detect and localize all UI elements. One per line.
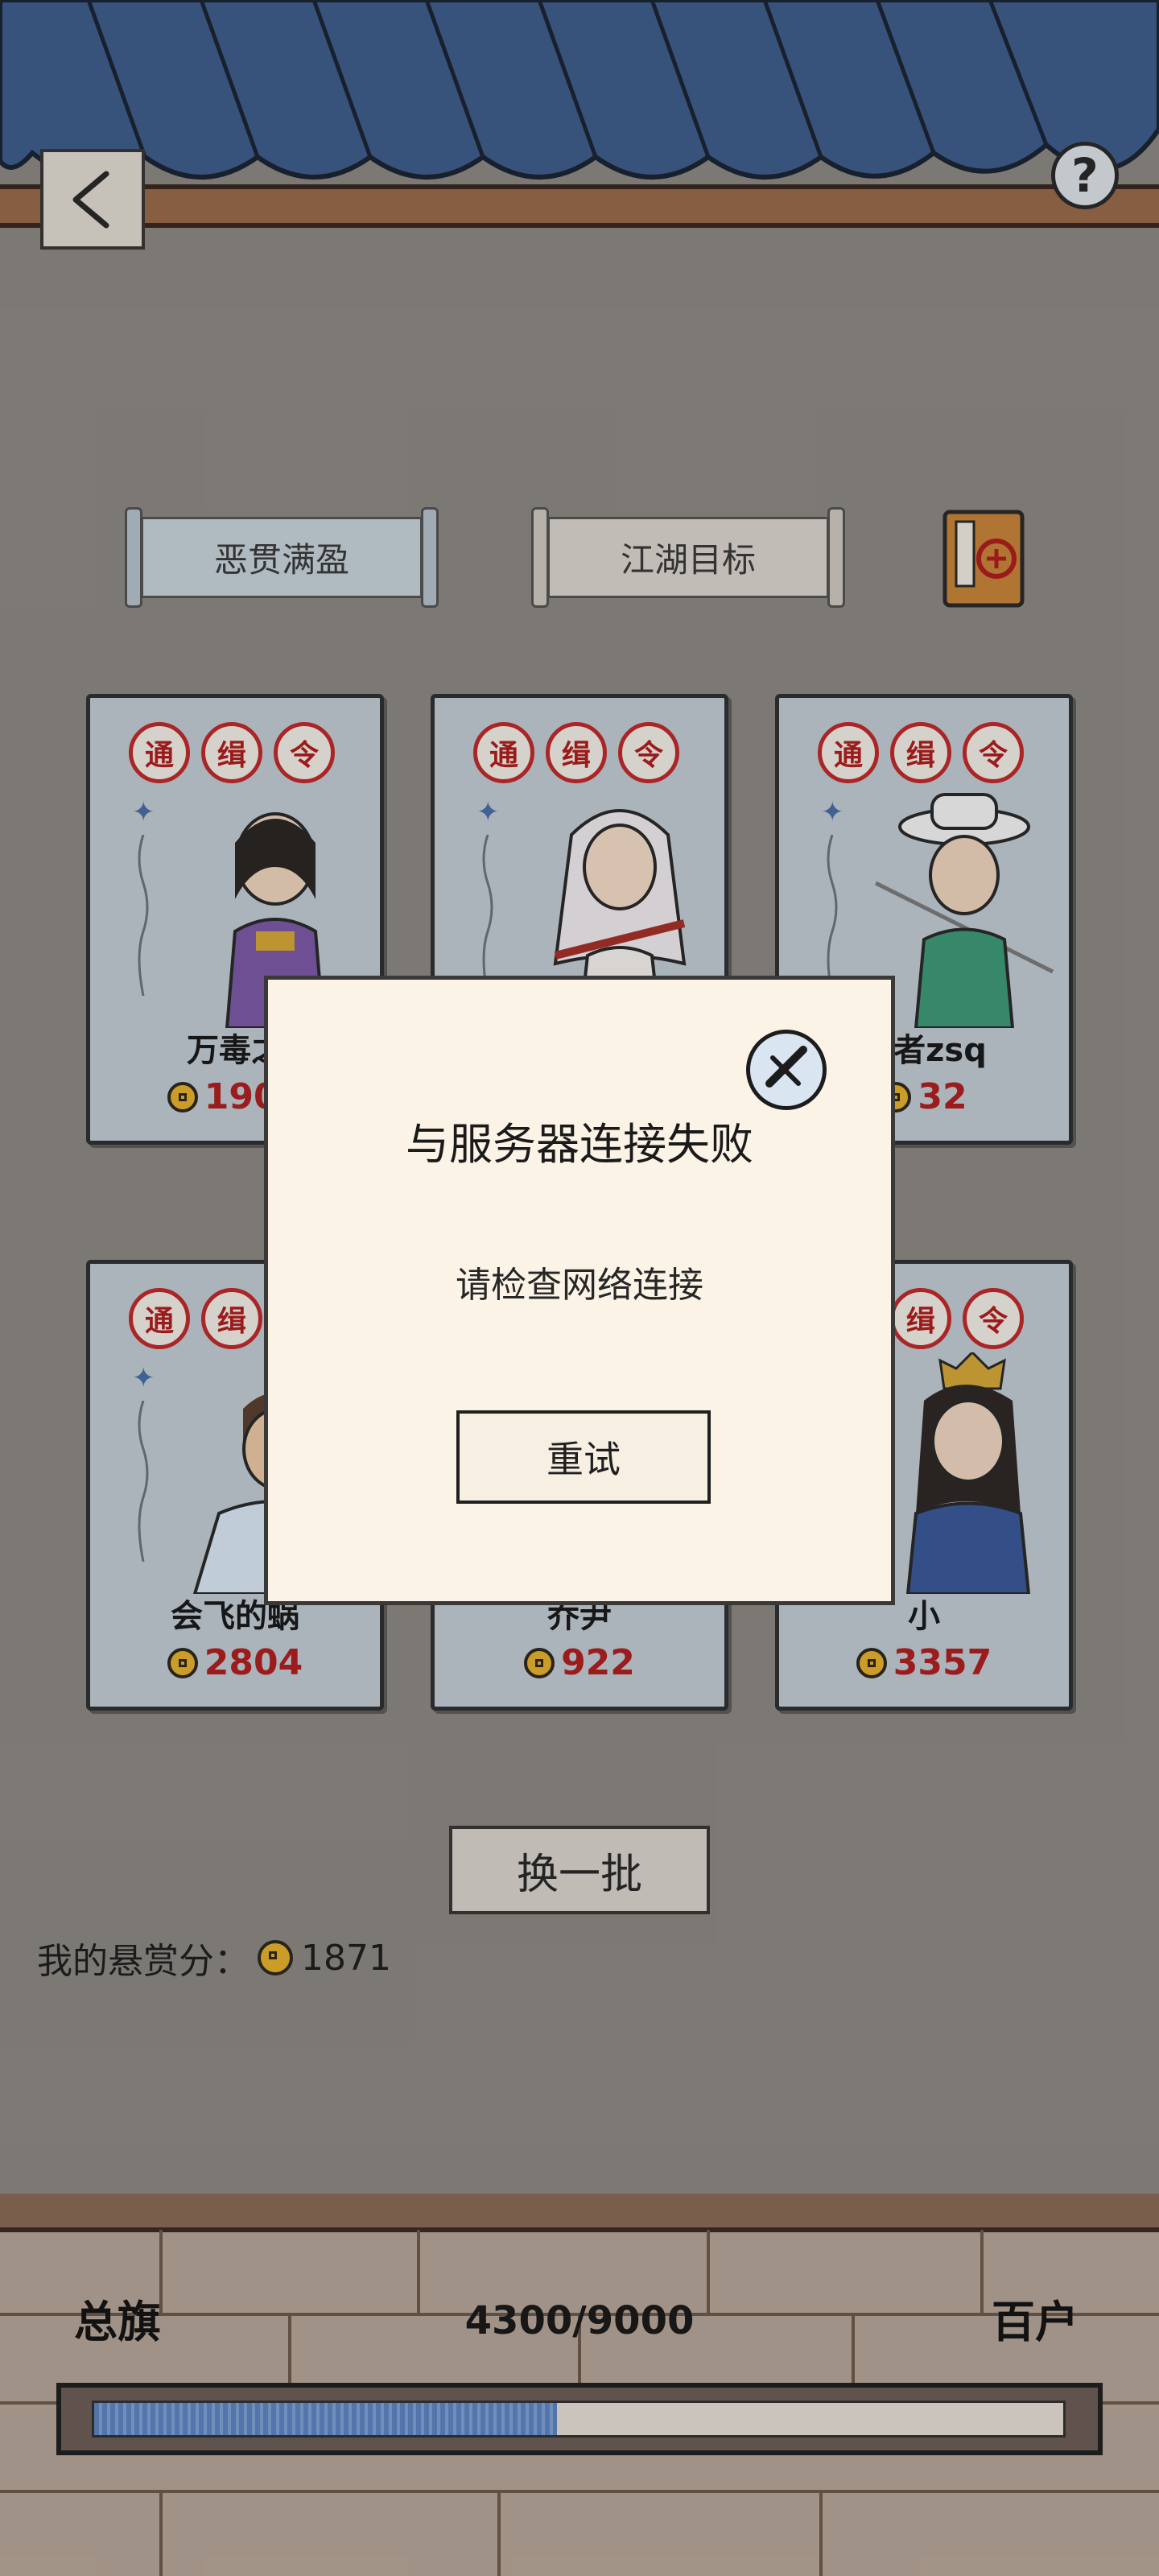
connection-error-dialog: 与服务器连接失败 请检查网络连接 重试 — [264, 976, 895, 1605]
close-button[interactable] — [746, 1030, 827, 1110]
dialog-title: 与服务器连接失败 — [406, 1119, 753, 1170]
retry-button[interactable]: 重试 — [456, 1410, 711, 1504]
tab-label: 恶贯满盈 — [213, 540, 349, 580]
dialog-message: 请检查网络连接 — [456, 1265, 703, 1306]
game-screen: ? 恶贯满盈 江湖目标 通 缉 令 ✦ 万毒之 1902 通 缉 令 ✦ 通 缉… — [0, 0, 1159, 2576]
tab-label: 江湖目标 — [620, 540, 756, 580]
close-icon — [765, 1046, 807, 1088]
